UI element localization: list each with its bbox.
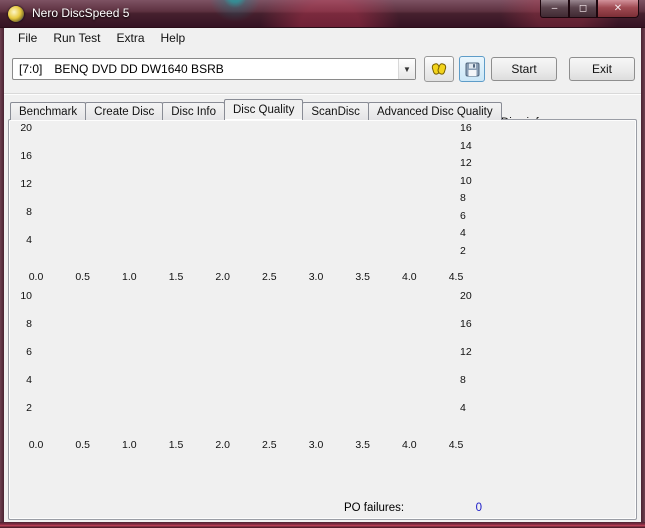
tab-scandisc[interactable]: ScanDisc: [302, 102, 369, 120]
axis-tick-label: 4.0: [402, 271, 417, 283]
toolbar: [7:0] BENQ DVD DD DW1640 BSRB ▼ Start Ex…: [4, 48, 641, 92]
axis-tick-label: 2.5: [262, 439, 277, 451]
menu-help[interactable]: Help: [153, 29, 194, 47]
po-failures-row: PO failures: 0: [344, 502, 482, 514]
menu-file[interactable]: File: [10, 29, 45, 47]
axis-tick-label: 2: [26, 402, 32, 414]
axis-tick-label: 8: [26, 206, 32, 218]
hands-icon: [431, 63, 447, 75]
axis-tick-label: 4: [26, 234, 32, 246]
tab-advanced-disc-quality[interactable]: Advanced Disc Quality: [367, 102, 502, 120]
axis-tick-label: 6: [460, 209, 466, 222]
axis-tick-label: 2.0: [215, 271, 230, 283]
app-window: Nero DiscSpeed 5 – ◻ ✕ File Run Test Ext…: [0, 0, 645, 528]
po-failures-label: PO failures:: [344, 502, 405, 514]
axis-tick-label: 12: [20, 178, 32, 190]
axis-tick-label: 8: [460, 192, 466, 204]
toolbar-separator: [4, 93, 641, 95]
axis-tick-label: 4: [460, 402, 466, 414]
axis-tick-label: 0.0: [28, 271, 44, 283]
axis-tick-label: 4: [26, 374, 32, 386]
drive-id: [7:0]: [19, 62, 43, 76]
axis-tick-label: 4: [460, 227, 466, 239]
axis-tick-label: 12: [460, 346, 472, 358]
axis-tick-label: 10: [20, 290, 32, 302]
axis-tick-label: 16: [460, 318, 472, 330]
tab-create-disc[interactable]: Create Disc: [85, 102, 164, 120]
axis-tick-label: 1.0: [122, 271, 137, 283]
app-icon: [8, 6, 24, 22]
window-title: Nero DiscSpeed 5: [32, 6, 130, 20]
maximize-button[interactable]: ◻: [569, 0, 597, 18]
axis-tick-label: 12: [460, 157, 472, 169]
menu-bar: File Run Test Extra Help: [4, 28, 641, 48]
start-button[interactable]: Start: [491, 57, 557, 81]
tab-benchmark[interactable]: Benchmark: [10, 102, 87, 120]
axis-tick-label: 2.0: [215, 439, 230, 451]
axis-tick-label: 4.5: [448, 439, 464, 451]
axis-tick-label: 3.0: [308, 439, 324, 451]
axis-tick-label: 16: [460, 122, 472, 134]
window-border-right: [641, 28, 645, 522]
axis-tick-label: 16: [20, 150, 32, 162]
axis-tick-label: 4.0: [402, 439, 417, 451]
close-button[interactable]: ✕: [597, 0, 639, 18]
axis-tick-label: 14: [460, 139, 472, 152]
save-icon: [465, 62, 479, 76]
axis-tick-label: 3.0: [308, 271, 324, 283]
axis-tick-label: 3.5: [355, 439, 370, 451]
tab-strip: Benchmark Create Disc Disc Info Disc Qua…: [10, 99, 502, 120]
axis-tick-label: 8: [460, 374, 466, 386]
axis-tick-label: 3.5: [355, 271, 370, 283]
axis-tick-label: 0.0: [28, 439, 44, 451]
axis-tick-label: 0.5: [75, 439, 90, 451]
axis-tick-label: 1.5: [168, 439, 184, 451]
axis-tick-label: 20: [460, 290, 472, 302]
axis-tick-label: 1.0: [122, 439, 137, 451]
tab-page-panel: [8, 119, 637, 520]
axis-tick-label: 2: [460, 244, 466, 257]
axis-tick-label: 4.5: [448, 271, 464, 283]
menu-run-test[interactable]: Run Test: [45, 29, 108, 47]
axis-tick-label: 1.5: [168, 271, 184, 283]
menu-extra[interactable]: Extra: [108, 29, 152, 47]
axis-tick-label: 20: [20, 122, 32, 134]
drive-name: BENQ DVD DD DW1640 BSRB: [54, 62, 224, 76]
minimize-button[interactable]: –: [540, 0, 569, 18]
window-border-bottom: [0, 522, 645, 528]
axis-tick-label: 10: [460, 174, 472, 187]
tab-disc-info[interactable]: Disc Info: [162, 102, 225, 120]
axis-tick-label: 8: [26, 318, 32, 330]
exit-button[interactable]: Exit: [569, 57, 635, 81]
tab-disc-quality[interactable]: Disc Quality: [224, 99, 304, 120]
chevron-down-icon[interactable]: ▼: [398, 59, 415, 79]
drive-select[interactable]: [7:0] BENQ DVD DD DW1640 BSRB ▼: [12, 58, 416, 80]
axis-tick-label: 2.5: [262, 271, 277, 283]
axis-tick-label: 0.5: [75, 271, 90, 283]
title-bar[interactable]: Nero DiscSpeed 5 – ◻ ✕: [0, 0, 645, 28]
axis-tick-label: 6: [26, 346, 32, 358]
eject-options-button[interactable]: [424, 56, 454, 82]
window-border-left: [0, 28, 4, 522]
po-failures-value: 0: [475, 502, 482, 514]
save-button[interactable]: [459, 56, 485, 82]
